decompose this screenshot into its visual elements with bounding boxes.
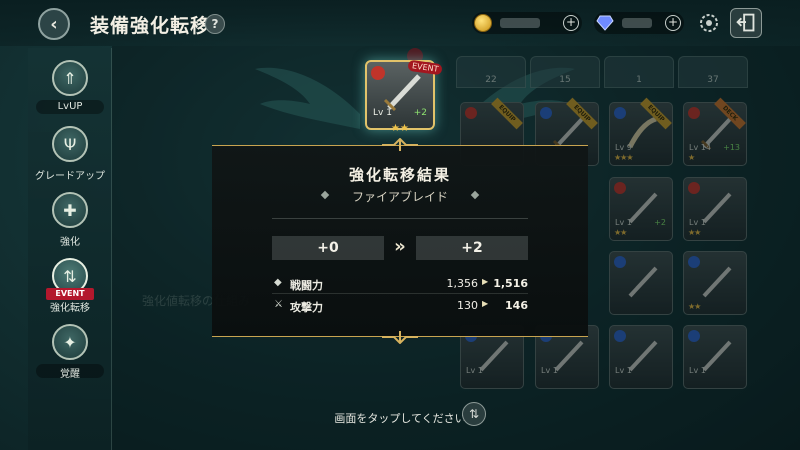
- tap-to-continue[interactable]: 画面をタップしてください: [0, 410, 800, 426]
- item-level: Lv 1: [373, 108, 392, 118]
- back-button[interactable]: ‹: [38, 8, 70, 40]
- top-bar: ‹ 装備強化転移 ? + +: [0, 0, 800, 46]
- sort-button[interactable]: ⇅: [462, 402, 486, 426]
- sidebar-item-label: 強化転移: [50, 303, 90, 314]
- item-plus: +2: [413, 108, 427, 118]
- sort-icon: ⇅: [468, 407, 480, 421]
- sidebar-item-label: グレードアップ: [35, 171, 105, 182]
- settings-icon[interactable]: [698, 12, 720, 34]
- stat-new-value: 146: [505, 299, 528, 312]
- item-name: ファイアブレイド: [351, 190, 448, 204]
- stat-new-value: 1,516: [493, 277, 528, 290]
- coin-icon: [474, 14, 492, 32]
- stat-name: 戦闘力: [290, 279, 323, 292]
- diamond-bullet-icon: ◆: [274, 277, 282, 288]
- double-chevron-right-icon: »: [394, 236, 406, 257]
- sidebar-item-enhance-transfer[interactable]: ⇅ EVENT 強化転移: [28, 254, 112, 320]
- stat-old-value: 1,356: [446, 277, 479, 290]
- add-gold-button[interactable]: +: [563, 15, 579, 31]
- chevron-left-icon: ‹: [50, 13, 58, 35]
- gem-counter: +: [594, 12, 684, 34]
- to-level: +2: [416, 236, 528, 260]
- level-up-icon: ⇑: [52, 60, 88, 96]
- gem-amount-hidden: [622, 18, 652, 28]
- divider: [272, 218, 528, 219]
- exit-icon: [736, 13, 755, 32]
- add-gem-button[interactable]: +: [665, 15, 681, 31]
- from-level: +0: [272, 236, 384, 260]
- stat-row-combat-power: ◆ 戦闘力 1,356 ▶ 1,516: [272, 274, 528, 294]
- sidebar-item-label: 覚醒: [60, 369, 80, 380]
- stat-old-value: 130: [457, 299, 478, 312]
- sidebar-item-enhance[interactable]: ✚ 強化: [28, 188, 112, 254]
- gold-amount-hidden: [500, 18, 540, 28]
- result-dialog: 強化転移結果 ファイアブレイド +0 » +2 ◆ 戦闘力 1,356 ▶ 1,…: [212, 138, 588, 344]
- exit-button[interactable]: [730, 8, 762, 38]
- sidebar: ⇑ LvUP Ψ グレードアップ ✚ 強化 ⇅ EVENT 強化転移 ✦ 覚醒: [28, 48, 112, 450]
- item-stars: ★★: [391, 123, 409, 134]
- result-title: 強化転移結果: [348, 166, 451, 184]
- ornament-icon: [382, 331, 418, 344]
- awaken-icon: ✦: [52, 324, 88, 360]
- sidebar-item-label: 強化: [60, 237, 80, 248]
- stat-name: 攻撃力: [290, 301, 323, 314]
- ornament-icon: [382, 138, 418, 151]
- trident-icon: Ψ: [52, 126, 88, 162]
- sidebar-item-label: LvUP: [57, 101, 83, 112]
- sidebar-item-lvup[interactable]: ⇑ LvUP: [28, 56, 112, 122]
- sidebar-item-awaken[interactable]: ✦ 覚醒: [28, 320, 112, 386]
- stat-row-attack: ⚔ 攻撃力 130 ▶ 146: [272, 296, 528, 316]
- gold-counter: +: [472, 12, 582, 34]
- help-button[interactable]: ?: [205, 14, 225, 34]
- page-title: 装備強化転移: [90, 15, 211, 37]
- crossed-swords-icon: ⚔: [274, 299, 283, 310]
- enhance-icon: ✚: [52, 192, 88, 228]
- sidebar-item-grade-up[interactable]: Ψ グレードアップ: [28, 122, 112, 188]
- gem-icon: [596, 15, 614, 31]
